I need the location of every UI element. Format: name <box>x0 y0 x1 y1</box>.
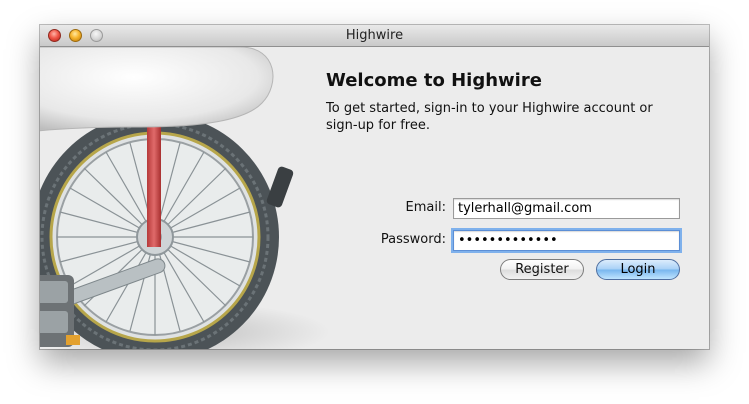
welcome-heading: Welcome to Highwire <box>326 70 542 91</box>
register-button[interactable]: Register <box>500 259 584 280</box>
unicycle-illustration <box>40 47 330 349</box>
password-field[interactable] <box>453 230 680 251</box>
email-field[interactable] <box>453 198 680 219</box>
password-label: Password: <box>380 232 446 247</box>
login-button[interactable]: Login <box>596 259 680 280</box>
title-bar[interactable]: Highwire <box>40 25 709 47</box>
login-window: Highwire Welcome to Highwire To get star… <box>40 25 709 349</box>
email-label: Email: <box>405 200 446 215</box>
window-title: Highwire <box>345 28 404 43</box>
window-content: Welcome to Highwire To get started, sign… <box>40 47 709 349</box>
intro-text: To get started, sign-in to your Highwire… <box>326 101 653 133</box>
